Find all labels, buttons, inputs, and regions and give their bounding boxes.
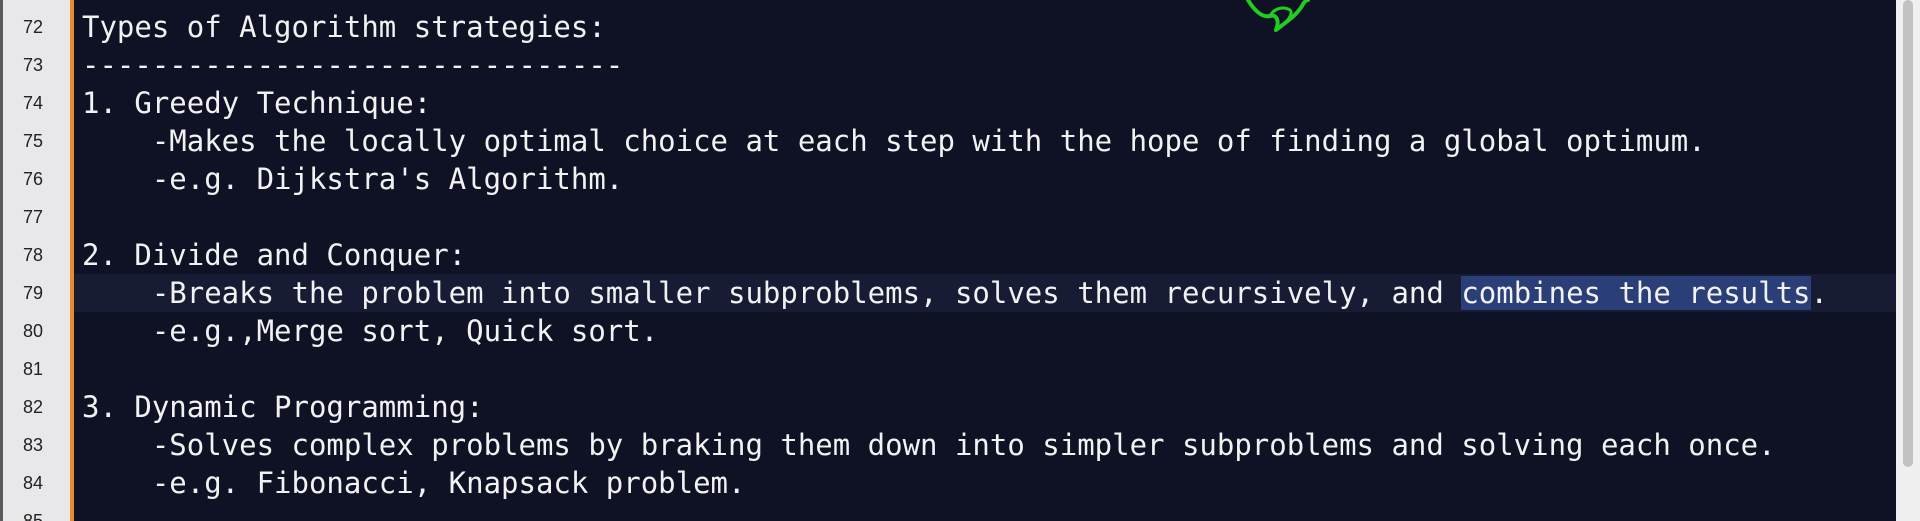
line-number: 73 xyxy=(22,55,44,75)
line-number: 75 xyxy=(22,131,44,151)
line-number: 72 xyxy=(22,17,44,37)
code-line[interactable]: Types of Algorithm strategies: xyxy=(74,8,1896,46)
text-editor[interactable]: 72 73 74 75 76 77 78 79 80 81 82 83 84 8… xyxy=(0,0,1920,521)
green-pen-annotation xyxy=(1246,0,1310,32)
code-line[interactable]: 1. Greedy Technique: xyxy=(74,84,1896,122)
code-line[interactable]: -Solves complex problems by braking them… xyxy=(74,426,1896,464)
line-number: 82 xyxy=(22,397,44,417)
line-number: 79 xyxy=(22,283,44,303)
code-line[interactable]: -e.g. Fibonacci, Knapsack problem. xyxy=(74,464,1896,502)
code-line[interactable]: -e.g. Dijkstra's Algorithm. xyxy=(74,160,1896,198)
vertical-scrollbar[interactable] xyxy=(1896,0,1920,521)
code-text-area[interactable]: Types of Algorithm strategies: ---------… xyxy=(74,0,1896,521)
line-number: 80 xyxy=(22,321,44,341)
code-text: -Breaks the problem into smaller subprob… xyxy=(82,276,1462,310)
code-line[interactable] xyxy=(74,350,1896,388)
code-line[interactable] xyxy=(74,198,1896,236)
code-line[interactable]: 2. Divide and Conquer: xyxy=(74,236,1896,274)
code-line[interactable] xyxy=(74,502,1896,521)
line-number: 74 xyxy=(22,93,44,113)
line-number: 77 xyxy=(22,207,44,227)
scroll-thumb[interactable] xyxy=(1903,0,1913,467)
code-line[interactable]: ------------------------------- xyxy=(74,46,1896,84)
line-number: 76 xyxy=(22,169,44,189)
line-number-gutter: 72 73 74 75 76 77 78 79 80 81 82 83 84 8… xyxy=(0,0,74,521)
line-number: 85 xyxy=(22,511,44,521)
line-number: 83 xyxy=(22,435,44,455)
code-line[interactable]: -e.g.,Merge sort, Quick sort. xyxy=(74,312,1896,350)
code-line[interactable]: 3. Dynamic Programming: xyxy=(74,388,1896,426)
selected-text[interactable]: combines the results xyxy=(1461,276,1811,310)
code-line[interactable]: -Makes the locally optimal choice at eac… xyxy=(74,122,1896,160)
current-code-line[interactable]: -Breaks the problem into smaller subprob… xyxy=(74,274,1896,312)
line-number: 84 xyxy=(22,473,44,493)
line-number: 78 xyxy=(22,245,44,265)
line-number: 81 xyxy=(22,359,44,379)
code-text: . xyxy=(1810,276,1828,310)
